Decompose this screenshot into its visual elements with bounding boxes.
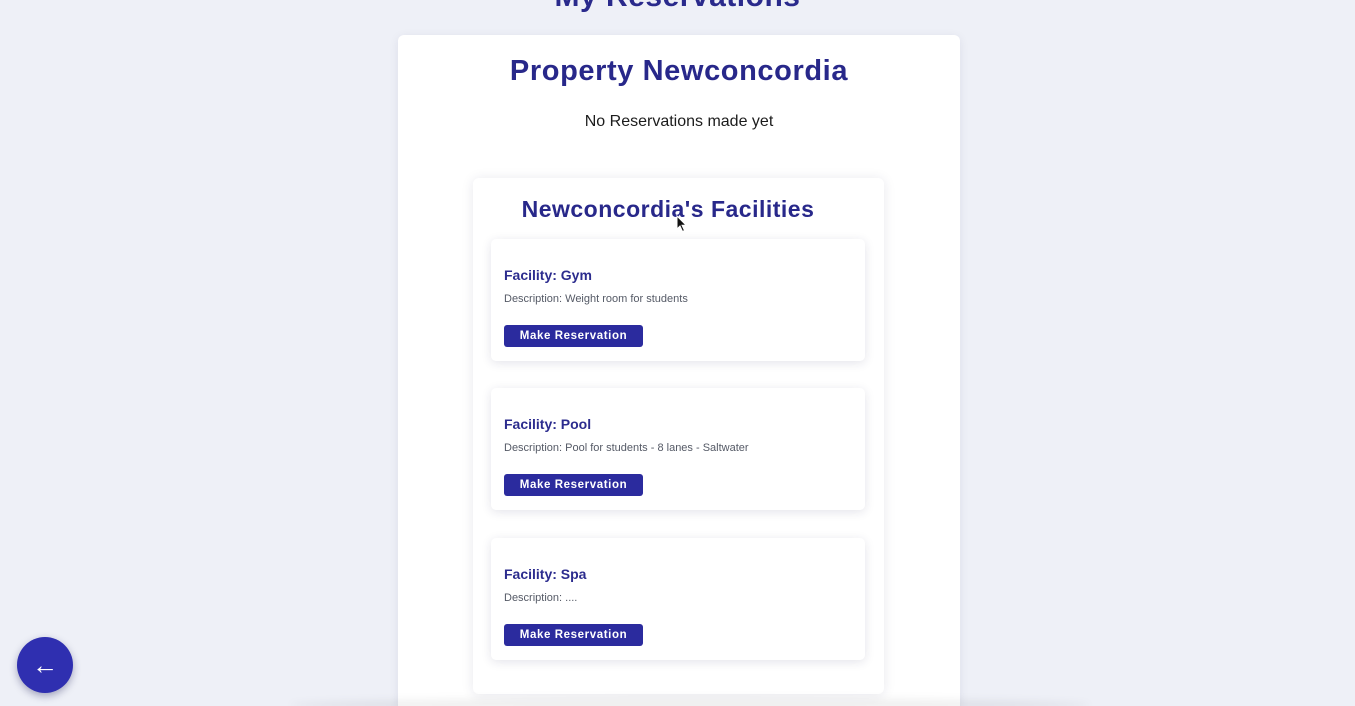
facility-name: Facility: Gym xyxy=(504,267,592,283)
page: My Reservations Property Newconcordia No… xyxy=(0,0,1355,706)
facility-description: Description: Pool for students - 8 lanes… xyxy=(504,442,749,454)
mouse-cursor-icon xyxy=(676,215,688,233)
property-title: Property Newconcordia xyxy=(509,55,849,87)
facilities-title: Newconcordia's Facilities xyxy=(521,196,815,222)
facilities-card: Newconcordia's Facilities Facility: Gym … xyxy=(473,178,884,694)
facility-name: Facility: Spa xyxy=(504,566,587,582)
make-reservation-button-spa[interactable]: Make Reservation xyxy=(504,624,643,646)
no-reservations-message: No Reservations made yet xyxy=(584,113,774,130)
facility-name: Facility: Pool xyxy=(504,416,592,432)
back-button[interactable]: ← xyxy=(17,637,73,693)
facility-card-gym: Facility: Gym Description: Weight room f… xyxy=(491,239,865,361)
make-reservation-button-gym[interactable]: Make Reservation xyxy=(504,325,643,347)
property-card: Property Newconcordia No Reservations ma… xyxy=(398,35,960,706)
bottom-shadow xyxy=(290,698,1090,706)
facility-description: Description: .... xyxy=(504,592,578,604)
facility-description: Description: Weight room for students xyxy=(504,293,688,305)
facility-card-pool: Facility: Pool Description: Pool for stu… xyxy=(491,388,865,510)
facility-card-spa: Facility: Spa Description: .... Make Res… xyxy=(491,538,865,660)
arrow-left-icon: ← xyxy=(32,650,58,680)
make-reservation-button-pool[interactable]: Make Reservation xyxy=(504,474,643,496)
page-title: My Reservations xyxy=(0,0,1355,14)
